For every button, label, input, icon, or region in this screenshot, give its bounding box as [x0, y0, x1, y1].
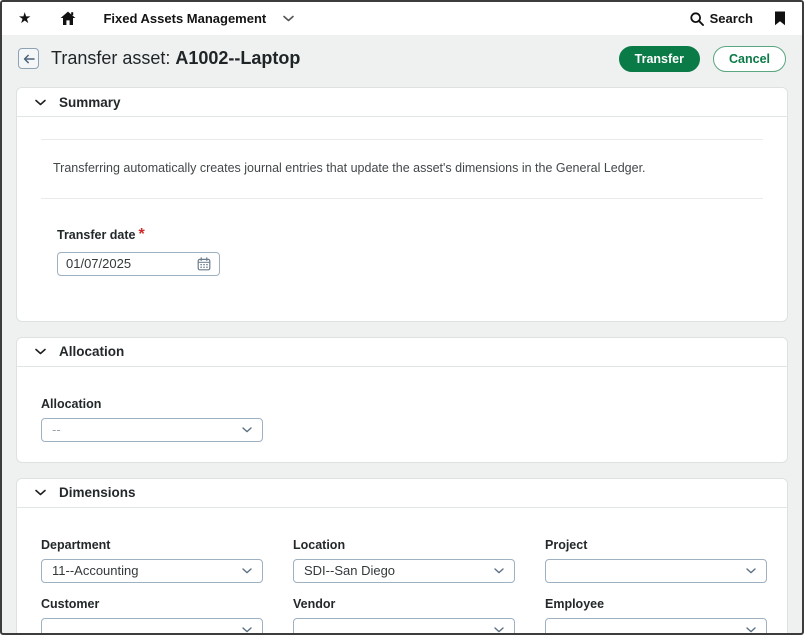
bookmark-icon[interactable] [774, 11, 786, 26]
calendar-icon[interactable] [197, 257, 211, 271]
vendor-select[interactable] [293, 618, 515, 633]
summary-section: Summary Transferring automatically creat… [16, 87, 788, 322]
divider [41, 198, 763, 199]
allocation-select-value: -- [52, 422, 61, 437]
chevron-down-icon [242, 627, 252, 633]
collapse-chevron-icon [35, 489, 46, 496]
summary-section-body: Transferring automatically creates journ… [17, 139, 787, 276]
allocation-section: Allocation Allocation -- [16, 337, 788, 463]
home-icon [60, 11, 76, 26]
transfer-date-field-group: Transfer date* 01/07/2025 [57, 226, 763, 276]
back-arrow-icon [23, 54, 35, 64]
allocation-label: Allocation [41, 397, 763, 411]
chevron-down-icon [746, 627, 756, 633]
allocation-select[interactable]: -- [41, 418, 263, 442]
favorites-star-icon[interactable]: ★ [18, 11, 31, 26]
dimensions-section-title: Dimensions [59, 485, 136, 500]
chevron-down-icon [242, 568, 252, 574]
collapse-chevron-icon [35, 348, 46, 355]
search-icon [690, 12, 704, 26]
project-label: Project [545, 538, 767, 552]
page-title-prefix: Transfer asset: [51, 48, 175, 68]
dimensions-section-header[interactable]: Dimensions [17, 479, 787, 508]
location-select[interactable]: SDI--San Diego [293, 559, 515, 583]
customer-select[interactable] [41, 618, 263, 633]
allocation-field-group: Allocation -- [41, 397, 763, 442]
project-field-group: Project [545, 538, 767, 583]
allocation-section-title: Allocation [59, 344, 124, 359]
search-control[interactable]: Search [690, 11, 753, 26]
employee-label: Employee [545, 597, 767, 611]
allocation-section-header[interactable]: Allocation [17, 338, 787, 367]
chevron-down-icon [494, 568, 504, 574]
customer-label: Customer [41, 597, 263, 611]
dimensions-grid: Department 11--Accounting Location SDI--… [41, 508, 763, 633]
app-switcher-menu[interactable]: Fixed Assets Management [103, 11, 294, 26]
employee-field-group: Employee [545, 597, 767, 633]
chevron-down-icon [283, 15, 294, 22]
chevron-down-icon [242, 427, 252, 433]
summary-section-header[interactable]: Summary [17, 88, 787, 117]
department-field-group: Department 11--Accounting [41, 538, 263, 583]
vendor-field-group: Vendor [293, 597, 515, 633]
transfer-button[interactable]: Transfer [619, 46, 700, 72]
required-asterisk: * [139, 226, 145, 243]
customer-field-group: Customer [41, 597, 263, 633]
allocation-section-body: Allocation -- [17, 397, 787, 442]
app-window: ★ Fixed Assets Management Search [0, 0, 804, 635]
transfer-date-label: Transfer date [57, 228, 136, 242]
collapse-chevron-icon [35, 99, 46, 106]
dimensions-section: Dimensions Department 11--Accounting [16, 478, 788, 633]
app-name: Fixed Assets Management [103, 11, 266, 26]
department-select-value: 11--Accounting [52, 563, 138, 578]
location-label: Location [293, 538, 515, 552]
header-actions: Transfer Cancel [619, 46, 786, 72]
back-button[interactable] [18, 48, 39, 69]
topbar-right-group: Search [690, 11, 786, 26]
department-select[interactable]: 11--Accounting [41, 559, 263, 583]
search-label: Search [710, 11, 753, 26]
page-header: Transfer asset: A1002--Laptop Transfer C… [2, 35, 802, 82]
department-label: Department [41, 538, 263, 552]
project-select[interactable] [545, 559, 767, 583]
location-field-group: Location SDI--San Diego [293, 538, 515, 583]
page-title: Transfer asset: A1002--Laptop [51, 48, 300, 69]
summary-section-title: Summary [59, 95, 121, 110]
dimensions-section-body: Department 11--Accounting Location SDI--… [17, 508, 787, 633]
employee-select[interactable] [545, 618, 767, 633]
chevron-down-icon [494, 627, 504, 633]
location-select-value: SDI--San Diego [304, 563, 395, 578]
home-icon[interactable] [60, 11, 76, 26]
vendor-label: Vendor [293, 597, 515, 611]
chevron-down-icon [746, 568, 756, 574]
top-navigation-bar: ★ Fixed Assets Management Search [2, 2, 802, 35]
transfer-info-message: Transferring automatically creates journ… [41, 140, 763, 198]
cancel-button[interactable]: Cancel [713, 46, 786, 72]
asset-name: A1002--Laptop [175, 48, 300, 68]
page-content: Summary Transferring automatically creat… [2, 82, 802, 633]
transfer-date-input[interactable]: 01/07/2025 [57, 252, 220, 276]
transfer-date-value: 01/07/2025 [66, 256, 131, 271]
